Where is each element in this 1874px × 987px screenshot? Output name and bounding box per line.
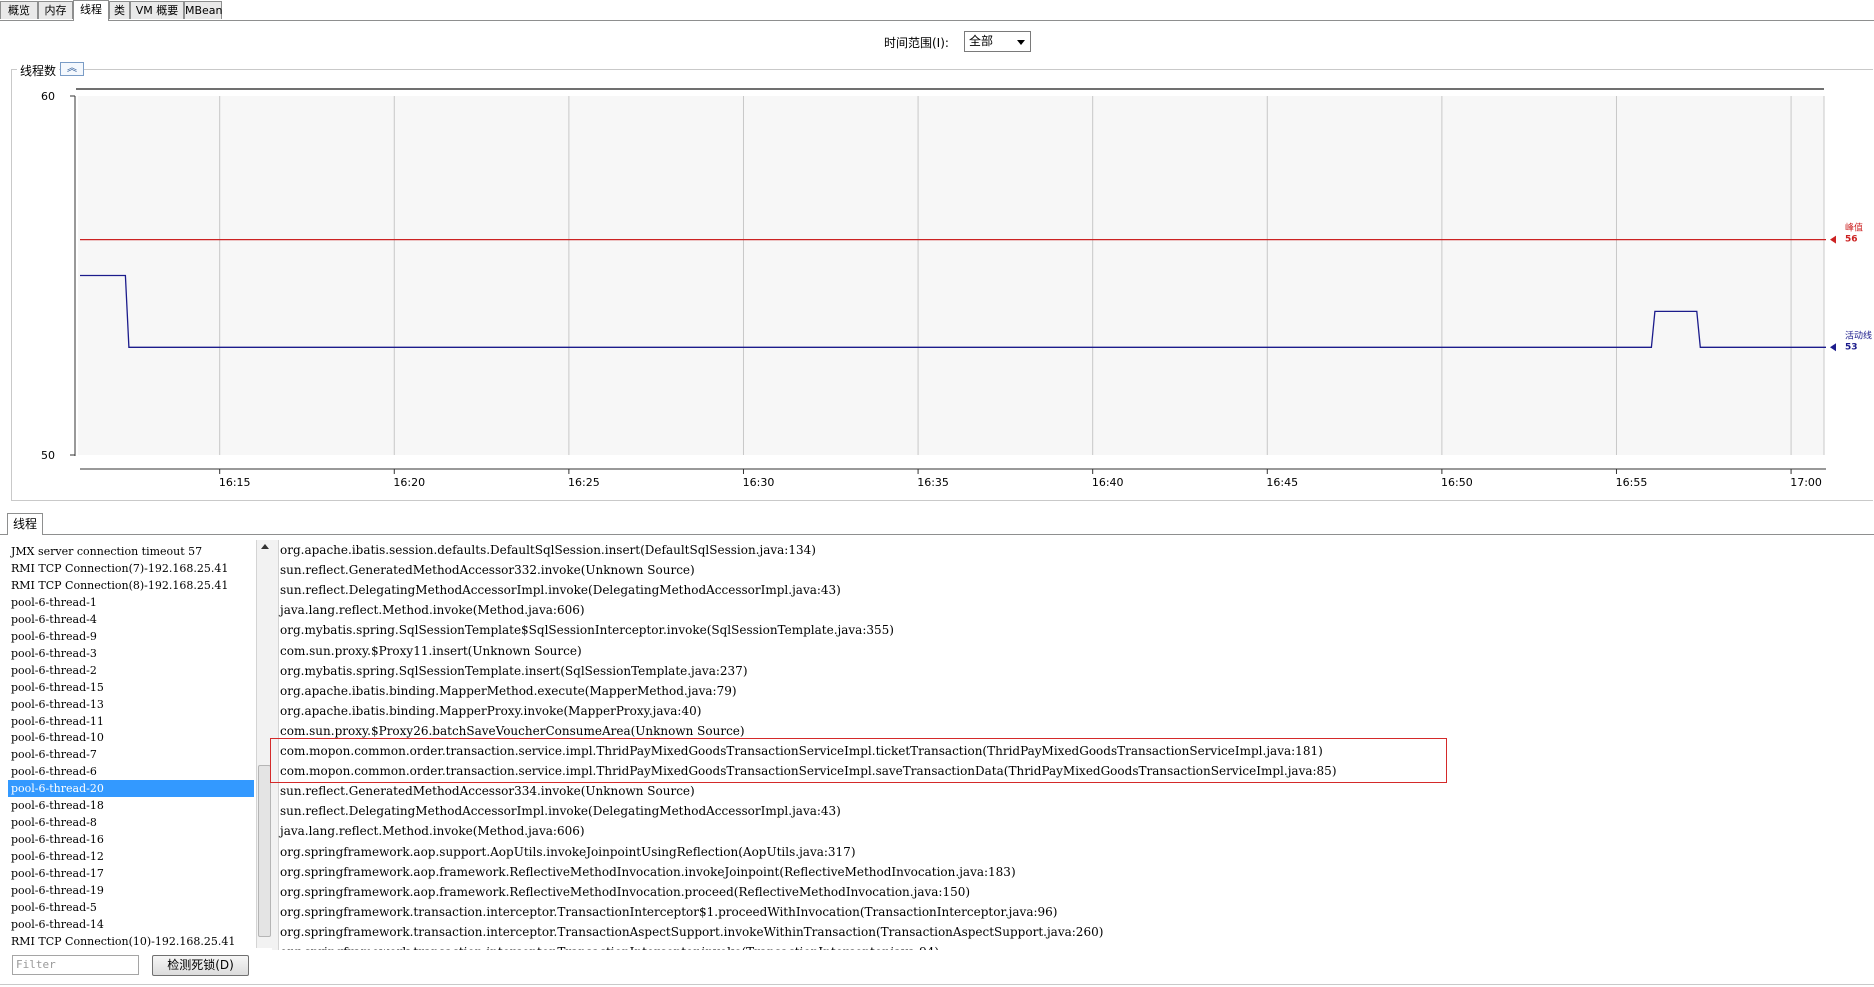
x-tick-label: 16:45 [1266,476,1298,489]
x-tick-label: 16:25 [568,476,600,489]
thread-list-item[interactable]: pool-6-thread-19 [8,882,254,899]
thread-list-item[interactable]: pool-6-thread-5 [8,899,254,916]
thread-list-item[interactable]: pool-6-thread-2 [8,662,254,679]
x-tick-label: 16:55 [1616,476,1648,489]
stack-frame[interactable]: org.springframework.transaction.intercep… [280,902,1057,922]
thread-list-item[interactable]: pool-6-thread-20 [8,780,254,798]
thread-list-item[interactable]: pool-6-thread-3 [8,645,254,662]
thread-list-item[interactable]: pool-6-thread-10 [8,729,254,746]
jconsole-window: 概览 内存 线程类 VM 概要 MBean 时间范围(I): 全部 线程数 ︽ 50 60… [0,0,1874,987]
stack-frame[interactable]: org.apache.ibatis.binding.MapperProxy.in… [280,701,701,721]
y-tick-label: 50 [41,449,55,462]
tab-3[interactable]: 线程 [73,0,109,21]
series-legend-name: 活动线 [1845,329,1872,341]
stack-frame[interactable]: com.mopon.common.order.transaction.servi… [280,741,1323,761]
filter-input[interactable]: Filter [12,955,139,975]
stack-trace-area[interactable]: org.apache.ibatis.session.defaults.Defau… [272,540,1874,950]
stack-frame[interactable]: org.apache.ibatis.session.defaults.Defau… [280,540,816,560]
thread-list-item[interactable]: pool-6-thread-18 [8,797,254,814]
stack-frame[interactable]: com.mopon.common.order.transaction.servi… [280,761,1337,781]
stack-frame[interactable]: org.mybatis.spring.SqlSessionTemplate$Sq… [280,620,894,640]
thread-list-scrollbar[interactable] [256,540,272,948]
stack-frame[interactable]: org.springframework.aop.framework.Reflec… [280,882,970,902]
stack-frame[interactable]: org.springframework.aop.support.AopUtils… [280,842,856,862]
thread-list[interactable]: JMX server connection timeout 57 RMI TCP … [8,540,255,948]
thread-list-item[interactable]: pool-6-thread-15 [8,679,254,696]
thread-list-item[interactable]: pool-6-thread-4 [8,611,254,628]
thread-list-item[interactable]: pool-6-thread-11 [8,713,254,730]
x-tick-label: 16:35 [917,476,949,489]
x-tick-label: 16:20 [393,476,425,489]
thread-list-item[interactable]: RMI TCP Connection(10)-192.168.25.41 [8,933,254,948]
threads-tab-strip: 线程 [0,513,1874,535]
thread-list-item[interactable]: pool-6-thread-7 [8,746,254,763]
stack-frame[interactable]: sun.reflect.DelegatingMethodAccessorImpl… [280,801,841,821]
thread-list-item[interactable]: pool-6-thread-1 [8,594,254,611]
thread-list-item[interactable]: JMX server connection timeout 57 [8,543,254,560]
stack-frame[interactable]: sun.reflect.GeneratedMethodAccessor334.i… [280,781,695,801]
stack-frame[interactable]: com.sun.proxy.$Proxy26.batchSaveVoucherC… [280,721,745,741]
triangle-left-icon [1830,235,1836,244]
thread-list-item[interactable]: pool-6-thread-16 [8,831,254,848]
stack-frame[interactable]: org.springframework.transaction.intercep… [280,942,939,950]
thread-list-item[interactable]: pool-6-thread-6 [8,763,254,780]
plot-area [78,96,1824,455]
x-tick-label: 16:50 [1441,476,1473,489]
thread-list-item[interactable]: pool-6-thread-14 [8,916,254,933]
scroll-thumb[interactable] [258,765,271,937]
stack-frame[interactable]: org.apache.ibatis.binding.MapperMethod.e… [280,681,737,701]
thread-list-item[interactable]: pool-6-thread-13 [8,696,254,713]
scroll-up-icon[interactable] [261,544,269,549]
series-legend-value: 53 [1845,342,1858,352]
x-tick-label: 16:30 [743,476,775,489]
stack-frame[interactable]: sun.reflect.GeneratedMethodAccessor332.i… [280,560,695,580]
stack-frame[interactable]: org.springframework.aop.framework.Reflec… [280,862,1016,882]
stack-frame[interactable]: java.lang.reflect.Method.invoke(Method.j… [280,600,585,620]
x-tick-label: 16:15 [219,476,251,489]
stack-frame[interactable]: com.sun.proxy.$Proxy11.insert(Unknown So… [280,641,582,661]
thread-list-item[interactable]: pool-6-thread-17 [8,865,254,882]
thread-count-chart: 50 60 16:15 16:20 16:25 16:30 16:35 16:40 16:45 1… [41,88,1872,489]
thread-list-item[interactable]: RMI TCP Connection(8)-192.168.25.41 [8,577,254,594]
series-legend-name: 峰值 [1845,222,1863,234]
series-legend-value: 56 [1845,235,1858,245]
triangle-left-icon [1830,343,1836,352]
y-tick-label: 60 [41,90,55,103]
thread-list-item[interactable]: pool-6-thread-9 [8,628,254,645]
x-tick-label: 17:00 [1790,476,1822,489]
detect-deadlock-button[interactable]: 检测死锁(D) [152,955,249,976]
thread-list-item[interactable]: pool-6-thread-12 [8,848,254,865]
stack-frame[interactable]: sun.reflect.DelegatingMethodAccessorImpl… [280,580,841,600]
thread-list-item[interactable]: RMI TCP Connection(7)-192.168.25.41 [8,560,254,577]
stack-frame[interactable]: java.lang.reflect.Method.invoke(Method.j… [280,821,585,841]
stack-frame[interactable]: org.springframework.transaction.intercep… [280,922,1103,942]
bottom-divider [0,984,1874,985]
x-tick-label: 16:40 [1092,476,1124,489]
stack-frame[interactable]: org.mybatis.spring.SqlSessionTemplate.in… [280,661,748,681]
tab-threads[interactable]: 线程 [7,513,43,535]
thread-list-item[interactable]: pool-6-thread-8 [8,814,254,831]
